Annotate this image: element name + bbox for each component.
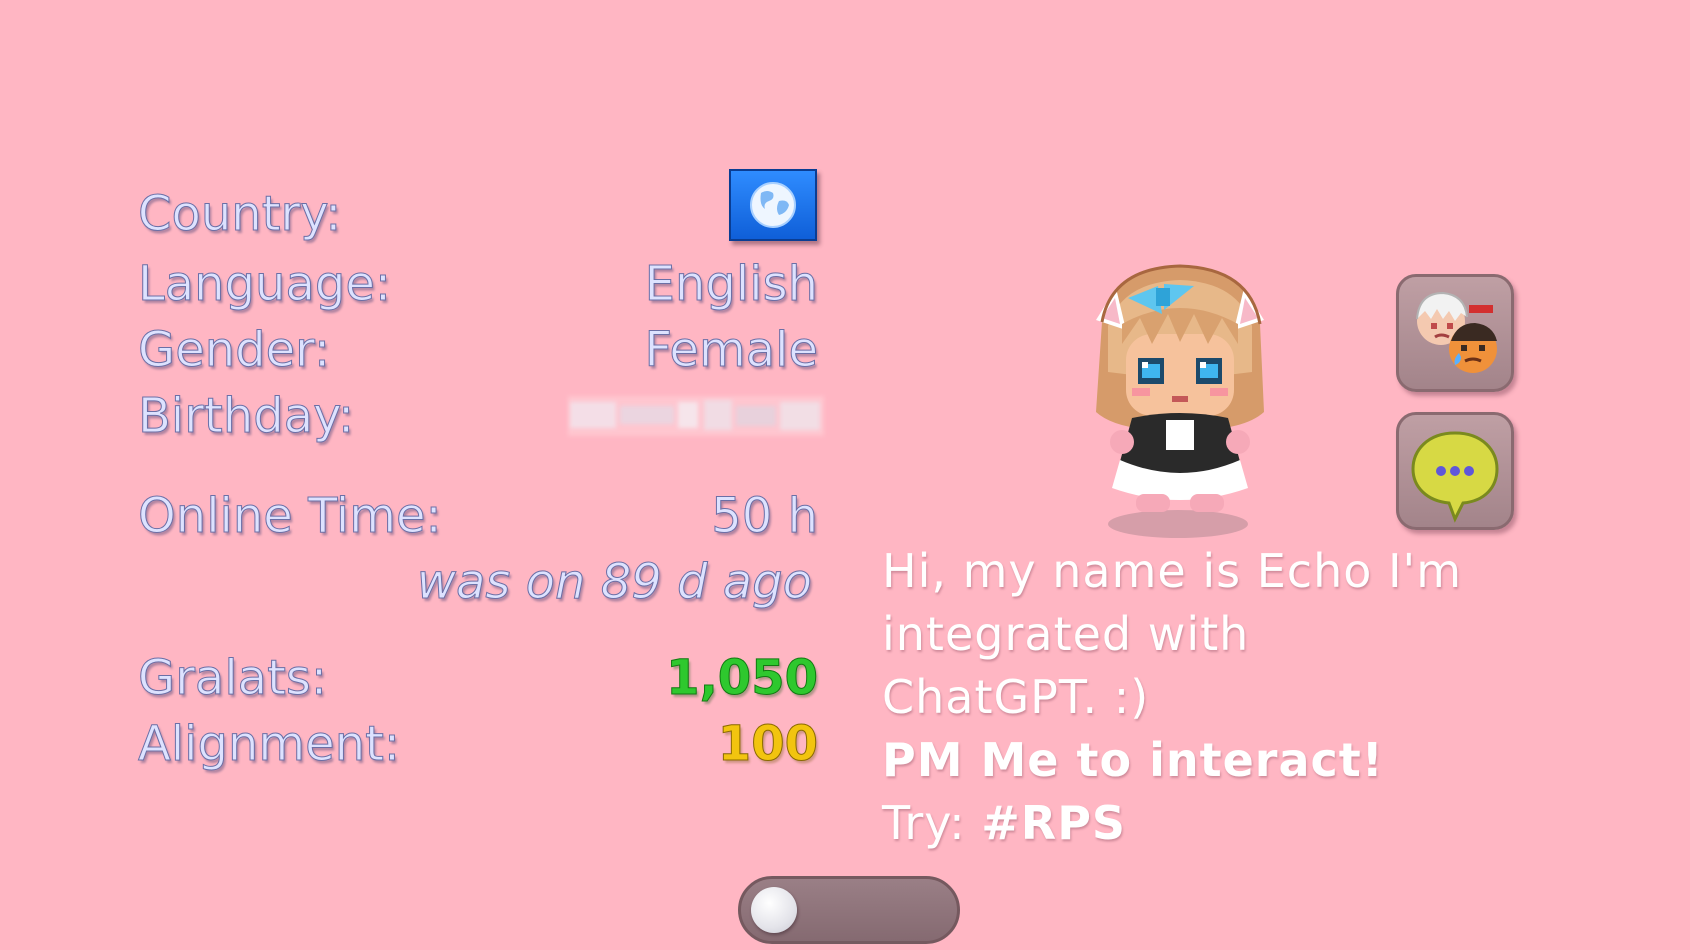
birthday-label: Birthday: xyxy=(137,388,355,445)
alignment-value: 100 xyxy=(717,716,818,773)
bio-line-3: ChatGPT. :) xyxy=(882,670,1150,724)
profile-bio: Hi, my name is Echo I'm integrated with … xyxy=(882,540,1642,855)
bio-line-2: integrated with xyxy=(882,607,1250,661)
bio-line-1: Hi, my name is Echo I'm xyxy=(882,544,1463,598)
toggle-knob[interactable] xyxy=(751,887,797,933)
player-avatar xyxy=(1082,262,1278,542)
online-time-value: 50 h xyxy=(711,488,819,545)
online-time-label: Online Time: xyxy=(138,488,443,545)
friends-button[interactable] xyxy=(1396,274,1514,392)
bio-try-label: Try: xyxy=(882,796,982,850)
alignment-label: Alignment: xyxy=(137,716,401,773)
bio-line-4: PM Me to interact! xyxy=(882,733,1384,787)
panel-toggle-switch[interactable] xyxy=(738,876,960,944)
friends-heads-icon xyxy=(1416,291,1497,373)
chat-bubble-icon xyxy=(1411,431,1499,523)
country-label: Country: xyxy=(137,186,342,243)
language-value: English xyxy=(644,256,818,313)
gralats-label: Gralats: xyxy=(137,650,328,707)
country-flag xyxy=(729,169,817,241)
birthday-censored-value xyxy=(568,392,824,440)
language-label: Language: xyxy=(137,256,392,313)
chat-button[interactable] xyxy=(1396,412,1514,530)
gralats-value: 1,050 xyxy=(666,650,819,707)
last-seen-text: was on 89 d ago xyxy=(416,554,812,611)
globe-icon xyxy=(750,182,796,228)
gender-label: Gender: xyxy=(137,322,331,379)
bio-line-5: Try: #RPS xyxy=(882,792,1642,855)
bio-hashtag: #RPS xyxy=(981,796,1127,850)
player-profile-panel: Country: Language: English Gender: Femal… xyxy=(0,0,1690,950)
gender-value: Female xyxy=(644,322,819,379)
